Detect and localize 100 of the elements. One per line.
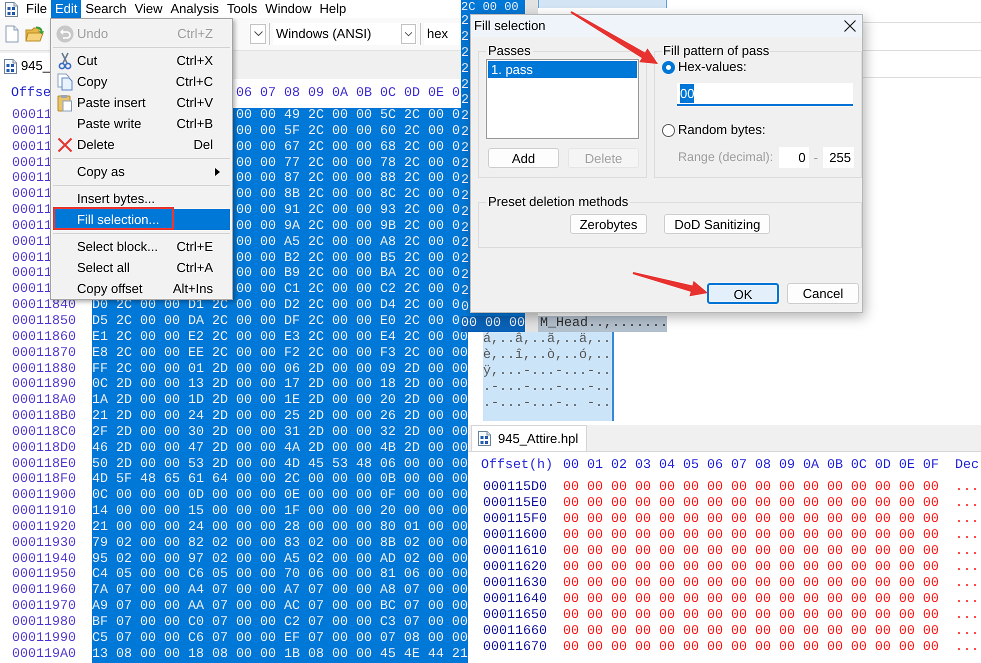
menu-item[interactable]: Copy Ctrl+C xyxy=(53,71,230,92)
hex-bytes: 2 xyxy=(461,268,469,284)
offset-label: 000115E0 xyxy=(483,496,547,511)
list-item[interactable]: 1. pass xyxy=(488,61,637,78)
hex-bytes: 2 xyxy=(461,14,469,29)
dropdown-button[interactable] xyxy=(250,24,266,44)
menu-bar-item[interactable]: Edit xyxy=(50,0,82,18)
menu-item[interactable]: Copy as xyxy=(53,161,230,182)
offset-label: 00011 xyxy=(12,218,52,234)
radio-button[interactable] xyxy=(662,60,675,74)
hex-bytes: 00 00 00 00 00 00 00 00 00 00 00 00 00 00 00 00 xyxy=(563,496,939,511)
menu-item[interactable]: Insert bytes... xyxy=(53,188,230,209)
offset-label: 000115D0 xyxy=(483,480,547,495)
dialog-button[interactable]: OK xyxy=(707,283,779,304)
clipboard-icon xyxy=(57,94,73,112)
menu-bar-item[interactable]: File xyxy=(22,0,51,18)
decoded-text: ... xyxy=(955,576,979,592)
decoded-text: ... xyxy=(955,480,979,496)
encoding-dropdown[interactable]: Windows (ANSI) xyxy=(273,23,417,45)
offset-label: 00011610 xyxy=(483,544,547,559)
hex-bytes: 00 00 87 2C 00 00 88 2C 00 0 xyxy=(236,171,460,188)
offset-header: Offset(h) xyxy=(481,458,553,473)
file-tab[interactable]: 945_ xyxy=(0,53,50,79)
page-icon[interactable] xyxy=(5,25,19,43)
scissors-icon xyxy=(58,52,72,70)
hex-bytes: 00 00 00 00 00 00 00 00 00 00 00 00 00 00 00 00 xyxy=(563,624,939,639)
hex-bytes: 46 2D 00 00 47 2D 00 00 4A 2D 00 00 4B 2D 00 00 xyxy=(92,440,468,457)
preset-button[interactable]: Zerobytes xyxy=(570,214,648,234)
menu-item[interactable]: Paste insert Ctrl+V xyxy=(53,92,230,113)
menu-bar-item[interactable]: Tools xyxy=(222,0,262,18)
menu-item[interactable]: Delete Del xyxy=(53,134,230,155)
chevron-down-icon xyxy=(254,31,262,37)
hex-bytes: 14 00 00 00 15 00 00 00 1F 00 00 00 20 00 00 00 xyxy=(92,504,468,520)
hex-bytes: 2 xyxy=(461,220,469,236)
hex-bytes: 00 00 B2 2C 00 00 B5 2C 00 0 xyxy=(236,250,460,266)
hex-bytes: 2 xyxy=(461,46,469,61)
hex-bytes: C5 07 00 00 C6 07 00 00 EF 07 00 00 07 08 00 00 xyxy=(92,630,468,647)
passes-list[interactable]: 1. pass xyxy=(486,59,639,139)
offset-label: 00011870 xyxy=(12,346,76,361)
hex-bytes: 4D 5F 48 65 61 64 00 00 2C 00 00 00 0B 00 00 00 xyxy=(92,472,468,488)
hex-bytes: 00 00 67 2C 00 00 68 2C 00 0 xyxy=(236,140,460,156)
decoded-text: ... xyxy=(955,496,979,512)
dialog-button[interactable]: Cancel xyxy=(787,283,859,304)
hex-bytes: 2 xyxy=(461,172,469,188)
menu-item[interactable]: Fill selection... xyxy=(53,209,230,230)
menu-item[interactable]: Cut Ctrl+X xyxy=(53,50,230,71)
offset-label: 00011990 xyxy=(12,630,76,646)
radio-button[interactable] xyxy=(662,124,675,136)
offset-label: 000118A0 xyxy=(12,393,76,408)
preset-button[interactable]: DoD Sanitizing xyxy=(664,214,770,234)
view-mode-dropdown[interactable]: hex xyxy=(424,23,462,45)
offset-label: 00011900 xyxy=(12,488,76,504)
offset-label: 00011950 xyxy=(12,567,76,582)
decoded-text: .-...-...-.. -.. xyxy=(483,396,611,411)
decoded-text: è,..î,..ò,..ó,.. xyxy=(483,348,611,363)
offset-label: 00011 xyxy=(12,282,52,298)
shortcut-text: Ctrl+A xyxy=(176,258,213,277)
caret-right-icon xyxy=(215,168,220,176)
menu-bar-item[interactable]: Help xyxy=(316,0,350,18)
shortcut-text: Ctrl+X xyxy=(176,52,213,70)
decoded-text: ... xyxy=(955,624,979,640)
hex-bytes: 00 00 91 2C 00 00 93 2C 00 0 xyxy=(236,203,460,219)
hex-bytes: 2F 2D 00 00 30 2D 00 00 31 2D 00 00 32 2D 00 00 xyxy=(92,424,468,441)
close-icon[interactable] xyxy=(844,20,856,32)
file-tab[interactable]: 945_Attire.hpl xyxy=(471,425,588,451)
hex-bytes: A9 07 00 00 AA 07 00 00 AC 07 00 00 BC 07 00 00 xyxy=(92,599,468,615)
decoded-text: ... xyxy=(955,560,979,576)
option-label[interactable]: Hex-values: xyxy=(678,57,747,77)
hex-bytes: 7A 07 00 00 A4 07 00 00 A7 07 00 00 A8 07 00 00 xyxy=(92,583,468,600)
decoded-text: ... xyxy=(955,640,979,656)
menu-item[interactable]: Paste write Ctrl+B xyxy=(53,113,230,134)
range-from-field[interactable]: 0 xyxy=(778,147,809,168)
menu-bar-item[interactable]: Search xyxy=(81,0,131,18)
shortcut-text: Ctrl+V xyxy=(176,94,213,112)
menu-item[interactable]: Select all Ctrl+A xyxy=(53,257,230,278)
offset-label: 000118D0 xyxy=(12,440,76,456)
range-to-field[interactable]: 255 xyxy=(823,147,854,168)
offset-label: 00011920 xyxy=(12,520,76,535)
dialog-button[interactable]: Add xyxy=(488,148,559,168)
hex-bytes: 00 00 00 00 00 00 00 00 00 00 00 00 00 00 00 00 xyxy=(563,544,939,559)
menu-bar-item[interactable]: View xyxy=(130,0,167,18)
column-header: 06 07 08 09 0A 0B 0C 0D 0E 0 xyxy=(236,86,460,102)
menu-bar-item[interactable]: Window xyxy=(261,0,316,18)
menu-item[interactable]: Copy offset Alt+Ins xyxy=(53,278,230,299)
offset-label: 00011890 xyxy=(12,377,76,392)
menu-bar-item[interactable]: Analysis xyxy=(166,0,223,18)
hex-value-field[interactable]: 00 xyxy=(677,83,853,106)
offset-label: 00011850 xyxy=(12,314,76,329)
hex-bytes: 00 00 9A 2C 00 00 9B 2C 00 0 xyxy=(236,218,460,235)
offset-label: 00011630 xyxy=(483,576,547,591)
offset-label: 00011860 xyxy=(12,330,76,345)
decoded-text: á,..â,..ã,..ä,.. xyxy=(483,332,611,347)
hex-bytes: 00 00 B9 2C 00 00 BA 2C 00 0 xyxy=(236,266,460,282)
option-label[interactable]: Random bytes: xyxy=(678,120,766,140)
folder-icon[interactable] xyxy=(25,25,45,43)
hex-bytes: 00 00 5F 2C 00 00 60 2C 00 0 xyxy=(236,124,460,140)
offset-label: 00011970 xyxy=(12,599,76,614)
menu-item[interactable]: Select block... Ctrl+E xyxy=(53,236,230,257)
hex-bytes: 2 xyxy=(461,157,469,172)
hex-bytes: 2 xyxy=(461,252,469,268)
